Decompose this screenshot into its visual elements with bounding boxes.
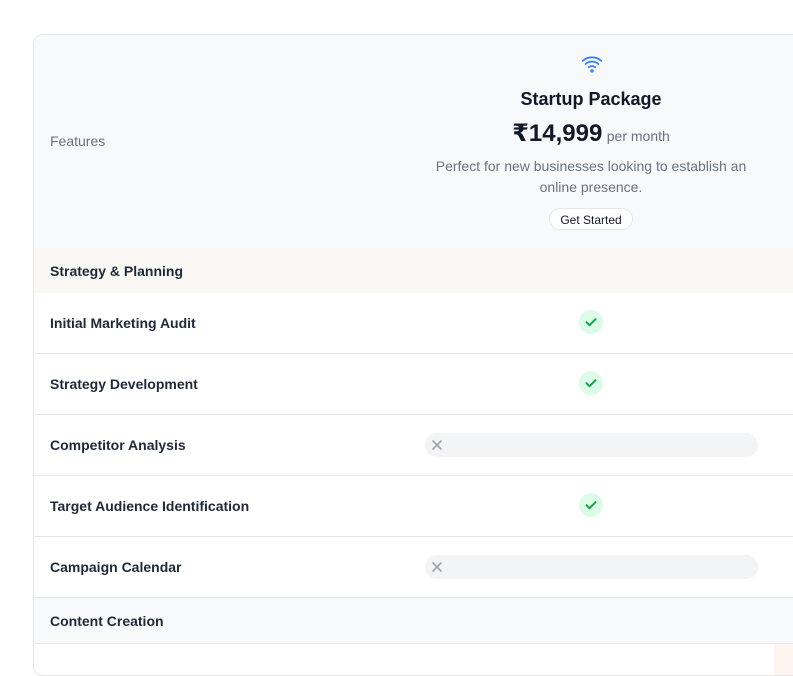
feature-label: Strategy Development	[50, 376, 198, 392]
price-line: ₹14,999 per month	[424, 119, 758, 148]
pricing-comparison-table: Features Startup Package ₹14,999 per mon…	[33, 34, 793, 676]
package-description: Perfect for new businesses looking to es…	[435, 158, 747, 195]
close-icon	[432, 562, 442, 572]
feature-label: Initial Marketing Audit	[50, 315, 196, 331]
package-price: ₹14,999	[512, 120, 603, 147]
section-content-creation: Content Creation	[34, 598, 793, 644]
feature-label: Campaign Calendar	[50, 559, 182, 575]
get-started-button[interactable]: Get Started	[549, 208, 633, 230]
price-period: per month	[606, 128, 670, 144]
startup-package-column: Startup Package ₹14,999 per month Perfec…	[424, 35, 758, 248]
table-row: Target Audience Identification	[34, 476, 793, 537]
feature-label: Target Audience Identification	[50, 498, 250, 514]
not-included-indicator	[425, 555, 758, 579]
table-header: Features Startup Package ₹14,999 per mon…	[34, 35, 793, 249]
check-icon	[579, 493, 603, 517]
check-icon	[579, 310, 603, 334]
check-icon	[579, 371, 603, 395]
table-row: Initial Marketing Audit	[34, 293, 793, 354]
wifi-icon	[581, 56, 603, 73]
table-row: Strategy Development	[34, 354, 793, 415]
section-title: Strategy & Planning	[50, 263, 184, 279]
close-icon	[432, 440, 442, 450]
table-row: Competitor Analysis	[34, 415, 793, 476]
features-column-header: Features	[50, 133, 106, 149]
section-strategy-planning: Strategy & Planning	[34, 248, 793, 294]
table-row: Campaign Calendar	[34, 537, 793, 598]
section-title: Content Creation	[50, 613, 164, 629]
package-name: Startup Package	[520, 89, 662, 109]
feature-label: Competitor Analysis	[50, 437, 186, 453]
not-included-indicator	[425, 433, 758, 457]
